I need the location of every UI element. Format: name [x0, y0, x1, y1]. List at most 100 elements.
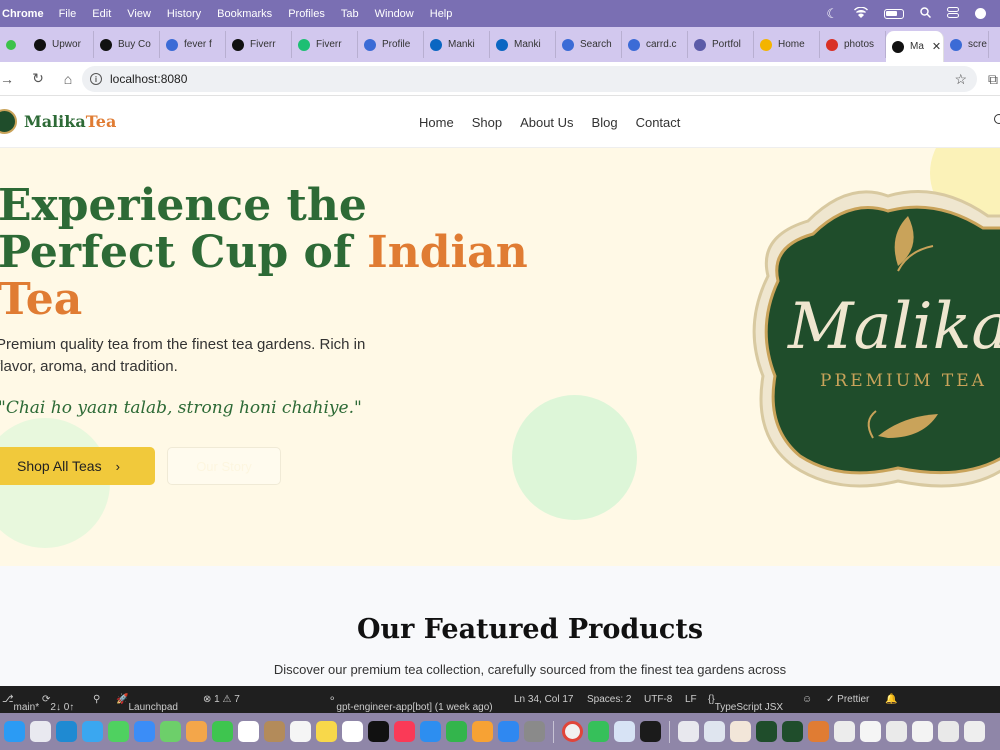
notes-icon[interactable]	[316, 721, 337, 742]
our-story-button[interactable]: Our Story	[167, 447, 281, 485]
menu-tab[interactable]: Tab	[341, 8, 359, 20]
close-tab-icon[interactable]: ✕	[932, 40, 941, 53]
menu-window[interactable]: Window	[375, 8, 414, 20]
maps-icon[interactable]	[160, 721, 181, 742]
pages-icon[interactable]	[472, 721, 493, 742]
dock-thumbnail[interactable]	[964, 721, 985, 742]
problems-item[interactable]: ⊗ 1 ⚠ 7	[203, 694, 240, 705]
remote-icon[interactable]: ⚲	[93, 694, 100, 705]
search-icon[interactable]	[994, 114, 1000, 124]
safari-icon[interactable]	[82, 721, 103, 742]
app-menu[interactable]: Chrome	[2, 8, 44, 20]
bookmark-star-icon[interactable]: ☆	[954, 71, 967, 88]
browser-tab[interactable]: Profile	[358, 31, 424, 58]
git-sync-item[interactable]: ⟳ 2↓ 0↑	[42, 694, 74, 713]
dock-thumbnail[interactable]	[808, 721, 829, 742]
facetime-icon[interactable]	[212, 721, 233, 742]
dock-thumbnail[interactable]	[678, 721, 699, 742]
calendar-icon[interactable]	[238, 721, 259, 742]
whatsapp-icon[interactable]	[588, 721, 609, 742]
nav-shop[interactable]: Shop	[472, 115, 502, 130]
cursor-position-item[interactable]: Ln 34, Col 17	[514, 694, 574, 705]
eol-item[interactable]: LF	[685, 694, 697, 705]
contacts-icon[interactable]	[264, 721, 285, 742]
numbers-icon[interactable]	[446, 721, 467, 742]
browser-tab[interactable]: fever f	[160, 31, 226, 58]
indentation-item[interactable]: Spaces: 2	[587, 694, 631, 705]
notifications-bell-icon[interactable]: 🔔	[885, 694, 897, 705]
shop-all-teas-button[interactable]: Shop All Teas ›	[0, 447, 155, 485]
menu-edit[interactable]: Edit	[92, 8, 111, 20]
browser-tab[interactable]: Fiverr	[226, 31, 292, 58]
photos-icon[interactable]	[186, 721, 207, 742]
wifi-icon[interactable]	[853, 6, 869, 21]
dock-app-icon[interactable]	[4, 721, 25, 742]
menu-view[interactable]: View	[127, 8, 151, 20]
mail-icon[interactable]	[134, 721, 155, 742]
app-store-icon[interactable]	[498, 721, 519, 742]
prettier-item[interactable]: ✓ Prettier	[826, 694, 869, 705]
dock-thumbnail[interactable]	[704, 721, 725, 742]
site-info-icon[interactable]: i	[90, 73, 102, 85]
menu-bookmarks[interactable]: Bookmarks	[217, 8, 272, 20]
reminders-icon[interactable]	[290, 721, 311, 742]
launchpad-icon[interactable]	[30, 721, 51, 742]
moon-icon[interactable]: ☾	[826, 6, 838, 22]
extensions-icon[interactable]: ⧉	[988, 71, 998, 88]
window-zoom-button[interactable]	[6, 39, 16, 50]
git-blame-item[interactable]: ⚬ gpt-engineer-app[bot] (1 week ago)	[328, 694, 493, 713]
menu-profiles[interactable]: Profiles	[288, 8, 325, 20]
control-center-icon[interactable]	[947, 6, 959, 21]
dock-thumbnail[interactable]	[912, 721, 933, 742]
menu-help[interactable]: Help	[430, 8, 453, 20]
address-bar[interactable]: i localhost:8080 ☆	[82, 66, 977, 92]
apple-tv-icon[interactable]	[368, 721, 389, 742]
dock-thumbnail[interactable]	[860, 721, 881, 742]
vscode-icon[interactable]	[56, 721, 77, 742]
dock-thumbnail[interactable]	[834, 721, 855, 742]
chrome-icon[interactable]	[562, 721, 583, 742]
finder-window-icon[interactable]	[614, 721, 635, 742]
keynote-icon[interactable]	[420, 721, 441, 742]
menu-file[interactable]: File	[59, 8, 77, 20]
spotlight-search-icon[interactable]	[920, 6, 932, 21]
browser-tab[interactable]: Search	[556, 31, 622, 58]
launchpad-item[interactable]: 🚀 Launchpad	[116, 694, 178, 713]
dock-thumbnail[interactable]	[886, 721, 907, 742]
music-icon[interactable]	[394, 721, 415, 742]
browser-tab[interactable]: Fiverr	[292, 31, 358, 58]
nav-about-us[interactable]: About Us	[520, 115, 573, 130]
terminal-icon[interactable]	[640, 721, 661, 742]
browser-tab[interactable]: carrd.c	[622, 31, 688, 58]
language-mode-item[interactable]: {} TypeScript JSX	[708, 694, 783, 713]
reload-icon[interactable]: ↻	[24, 70, 52, 87]
site-logo[interactable]: MalikaTea	[0, 109, 116, 134]
dock-thumbnail[interactable]	[756, 721, 777, 742]
nav-contact[interactable]: Contact	[636, 115, 681, 130]
browser-tab[interactable]: Home	[754, 31, 820, 58]
battery-icon[interactable]	[884, 8, 904, 19]
encoding-item[interactable]: UTF-8	[644, 694, 672, 705]
browser-tab-active[interactable]: Ma ✕	[886, 31, 944, 62]
browser-tab[interactable]: Upwor	[28, 31, 94, 58]
browser-tab[interactable]: photos	[820, 31, 886, 58]
dock-thumbnail[interactable]	[730, 721, 751, 742]
nav-blog[interactable]: Blog	[592, 115, 618, 130]
browser-tab[interactable]: Manki	[424, 31, 490, 58]
forward-icon[interactable]: →	[0, 71, 14, 87]
browser-tab[interactable]: Portfol	[688, 31, 754, 58]
dock-thumbnail[interactable]	[938, 721, 959, 742]
messages-icon[interactable]	[108, 721, 129, 742]
git-branch-item[interactable]: ⎇ main*	[2, 694, 39, 713]
browser-tab[interactable]: Buy Co	[94, 31, 160, 58]
system-settings-icon[interactable]	[524, 721, 545, 742]
freeform-icon[interactable]	[342, 721, 363, 742]
siri-icon[interactable]	[975, 8, 986, 19]
nav-home[interactable]: Home	[419, 115, 454, 130]
browser-tab[interactable]: scre	[944, 31, 989, 58]
menu-history[interactable]: History	[167, 8, 201, 20]
dock-thumbnail[interactable]	[782, 721, 803, 742]
browser-tab[interactable]: Manki	[490, 31, 556, 58]
home-icon[interactable]: ⌂	[54, 71, 82, 87]
copilot-icon[interactable]: ☺	[802, 694, 812, 705]
